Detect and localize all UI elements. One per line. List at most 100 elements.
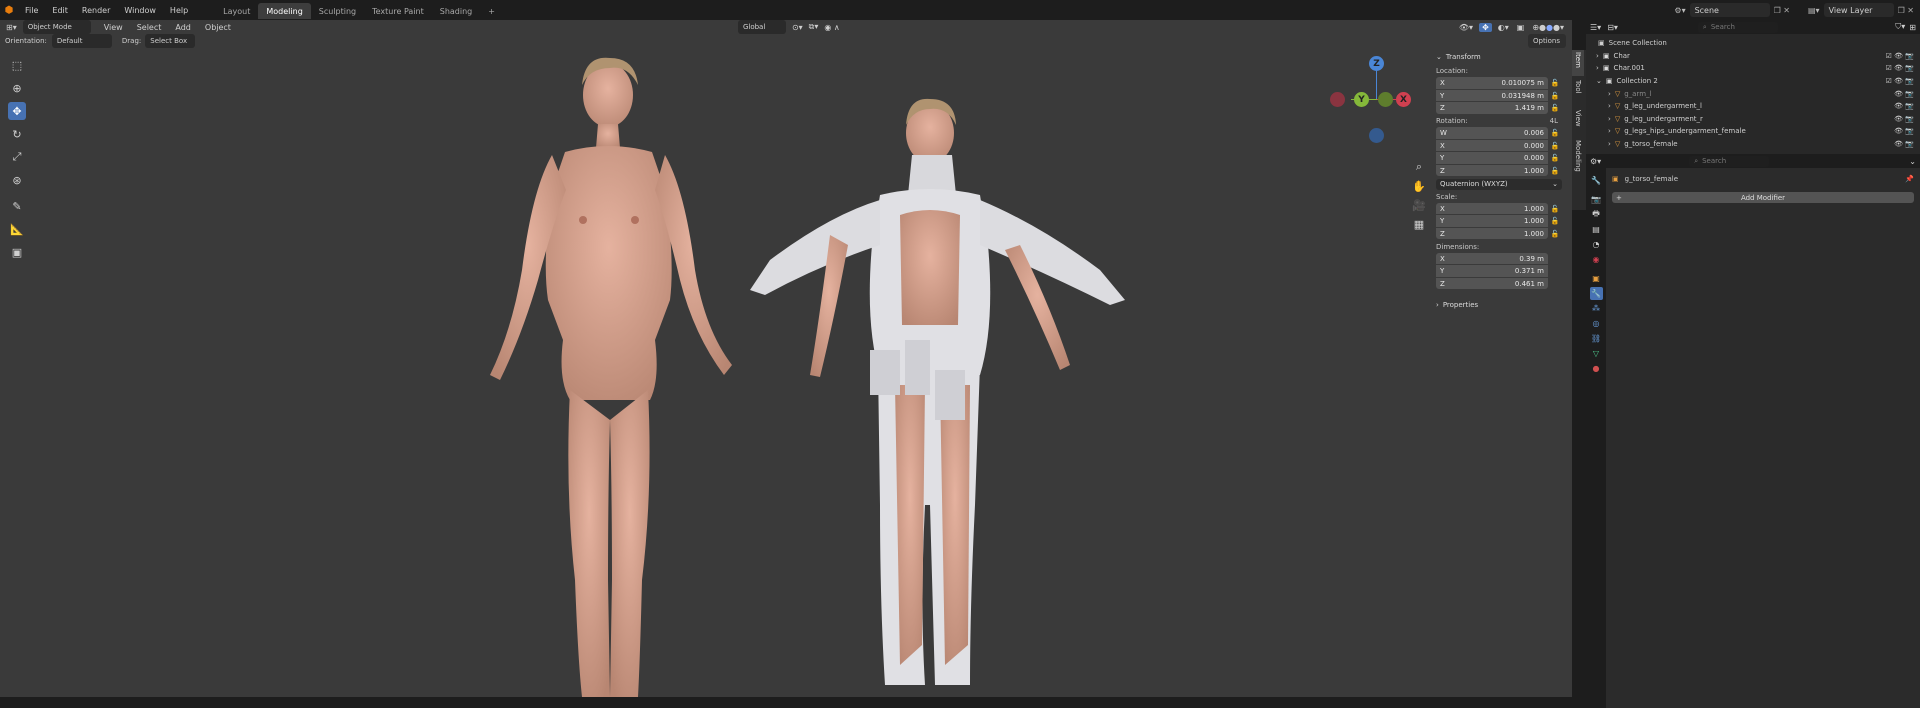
visibility-toggles-icon[interactable]: 👁 📷 — [1894, 127, 1914, 135]
visibility-toggles-icon[interactable]: ☑ 👁 📷 — [1886, 77, 1914, 85]
chevron-right-icon[interactable]: › — [1596, 52, 1599, 60]
new-collection-icon[interactable]: ⊞ — [1909, 23, 1916, 32]
outliner-item[interactable]: › ▣ Char.001 ☑ 👁 📷 — [1586, 62, 1920, 75]
camera-view-icon[interactable]: 🎥 — [1410, 196, 1428, 214]
modifier-tab-icon[interactable]: 🔧 — [1589, 287, 1603, 300]
blender-logo-icon[interactable]: ⬢ — [0, 5, 18, 16]
move-tool-icon[interactable]: ✥ — [8, 102, 26, 120]
chevron-down-icon[interactable]: ⌄ — [1909, 157, 1916, 166]
add-cube-tool-icon[interactable]: ▣ — [8, 243, 26, 261]
location-y-field[interactable]: Y 0.031948 m — [1436, 89, 1548, 102]
outliner-item[interactable]: › ▽ g_arm_l 👁 📷 — [1586, 87, 1920, 100]
pin-icon[interactable]: 📌 — [1905, 175, 1914, 183]
character-model-nude[interactable] — [470, 40, 770, 697]
scene-actions-icon[interactable]: ❐ ✕ — [1774, 6, 1790, 15]
orientation-select[interactable]: Default — [51, 34, 112, 48]
dimensions-z-field[interactable]: Z 0.461 m — [1436, 277, 1548, 290]
properties-search-input[interactable]: ⌕ Search — [1689, 155, 1770, 167]
scale-z-field[interactable]: Z 1.000 — [1436, 227, 1548, 240]
options-button[interactable]: Options — [1528, 34, 1566, 48]
outliner-scene-collection[interactable]: ▣ Scene Collection — [1586, 37, 1920, 50]
axis-y-icon[interactable]: Y — [1354, 92, 1369, 107]
transform-tool-icon[interactable]: ⊛ — [8, 171, 26, 189]
lock-icon[interactable]: 🔓 — [1548, 154, 1562, 162]
outliner-item[interactable]: › ▽ g_leg_undergarment_l 👁 📷 — [1586, 100, 1920, 113]
properties-header[interactable]: › Properties — [1436, 298, 1562, 312]
axis-neg-z-icon[interactable] — [1369, 128, 1384, 143]
material-tab-icon[interactable]: ● — [1590, 362, 1603, 375]
snap-icon[interactable]: ⧉▾ — [809, 22, 819, 32]
visibility-toggles-icon[interactable]: 👁 📷 — [1894, 140, 1914, 148]
view-layer-tab-icon[interactable]: ▤ — [1590, 223, 1603, 236]
view-layer-icon[interactable]: ▤▾ — [1808, 6, 1820, 15]
pan-hand-icon[interactable]: ✋ — [1410, 177, 1428, 195]
rotation-y-field[interactable]: Y 0.000 — [1436, 152, 1548, 164]
lock-icon[interactable]: 🔓 — [1548, 205, 1562, 213]
filter-icon[interactable]: ⛉▾ — [1895, 22, 1905, 32]
chevron-down-icon[interactable]: ⌄ — [1596, 77, 1602, 85]
tab-sculpting[interactable]: Sculpting — [311, 3, 364, 19]
chevron-right-icon[interactable]: › — [1608, 102, 1611, 110]
display-mode-icon[interactable]: ⊟▾ — [1607, 23, 1618, 32]
axis-neg-y-icon[interactable] — [1378, 92, 1393, 107]
lock-icon[interactable]: 🔓 — [1548, 104, 1562, 112]
physics-tab-icon[interactable]: ◎ — [1590, 317, 1603, 330]
data-tab-icon[interactable]: ▽ — [1590, 347, 1603, 360]
visibility-toggles-icon[interactable]: ☑ 👁 📷 — [1886, 52, 1914, 60]
pivot-icon[interactable]: ⊙▾ — [792, 23, 803, 32]
axis-neg-x-icon[interactable] — [1330, 92, 1345, 107]
outliner-editor-icon[interactable]: ☰▾ — [1590, 23, 1601, 32]
dimensions-x-field[interactable]: X 0.39 m — [1436, 252, 1548, 265]
outliner-item[interactable]: › ▣ Char ☑ 👁 📷 — [1586, 50, 1920, 63]
outliner-item[interactable]: › ▽ g_torso_female 👁 📷 — [1586, 138, 1920, 151]
overlay-icon[interactable]: ◐▾ — [1498, 23, 1509, 32]
view-layer-actions-icon[interactable]: ❐ ✕ — [1898, 6, 1914, 15]
lock-icon[interactable]: 🔓 — [1548, 230, 1562, 238]
location-z-field[interactable]: Z 1.419 m — [1436, 102, 1548, 114]
visibility-toggles-icon[interactable]: ☑ 👁 📷 — [1886, 64, 1914, 72]
visibility-toggles-icon[interactable]: 👁 📷 — [1894, 90, 1914, 98]
lock-icon[interactable]: 🔓 — [1548, 217, 1562, 225]
outliner-search-input[interactable]: ⌕ Search — [1697, 21, 1778, 33]
cursor-tool-icon[interactable]: ⊕ — [8, 79, 26, 97]
drag-select[interactable]: Select Box — [145, 34, 196, 48]
tab-item[interactable]: Item — [1572, 50, 1584, 76]
shading-solid-icon[interactable]: ● — [1539, 23, 1546, 32]
tool-tab-icon[interactable]: 🔧 — [1590, 174, 1603, 187]
location-x-field[interactable]: X 0.010075 m — [1436, 77, 1548, 89]
visibility-toggles-icon[interactable]: 👁 📷 — [1894, 115, 1914, 123]
rotate-tool-icon[interactable]: ↻ — [8, 125, 26, 143]
menu-edit[interactable]: Edit — [45, 0, 75, 20]
shading-wireframe-icon[interactable]: ⊕ — [1532, 23, 1539, 32]
measure-tool-icon[interactable]: 📐 — [8, 220, 26, 238]
tab-tool[interactable]: Tool — [1572, 76, 1584, 106]
mode-select[interactable]: Object Mode — [22, 20, 91, 34]
view-layer-field[interactable]: View Layer — [1823, 3, 1894, 17]
object-tab-icon[interactable]: ▣ — [1590, 272, 1603, 285]
add-modifier-button[interactable]: + Add Modifier — [1612, 192, 1914, 203]
constraints-tab-icon[interactable]: ⛓ — [1590, 332, 1603, 345]
world-tab-icon[interactable]: ◉ — [1590, 253, 1603, 266]
tab-modeling[interactable]: Modeling — [1572, 136, 1584, 180]
annotate-tool-icon[interactable]: ✎ — [8, 197, 26, 215]
editor-type-icon[interactable]: ⊞▾ — [0, 23, 23, 32]
outliner-item[interactable]: › ▽ g_legs_hips_undergarment_female 👁 📷 — [1586, 125, 1920, 138]
render-tab-icon[interactable]: 📷 — [1590, 193, 1603, 206]
add-workspace-button[interactable]: + — [480, 3, 503, 19]
particles-tab-icon[interactable]: ⁂ — [1590, 302, 1603, 315]
select-box-tool-icon[interactable]: ⬚ — [8, 56, 26, 74]
chevron-right-icon[interactable]: › — [1608, 127, 1611, 135]
rotation-mode-select[interactable]: Quaternion (WXYZ) ⌄ — [1436, 178, 1562, 190]
chevron-right-icon[interactable]: › — [1608, 115, 1611, 123]
tab-view[interactable]: View — [1572, 106, 1584, 136]
xray-icon[interactable]: ▣ — [1517, 23, 1525, 32]
lock-icon[interactable]: 🔓 — [1548, 92, 1562, 100]
tab-modeling[interactable]: Modeling — [258, 3, 311, 19]
3d-viewport[interactable]: ⊞▾ Object Mode View Select Add Object Gl… — [0, 20, 1572, 697]
lock-icon[interactable]: 🔓 — [1548, 142, 1562, 150]
zoom-icon[interactable]: ⌕ — [1410, 158, 1428, 176]
gizmo-toggle-icon[interactable]: ✥ — [1479, 22, 1492, 32]
lock-icon[interactable]: 🔓 — [1548, 167, 1562, 175]
lock-icon[interactable]: 🔓 — [1548, 129, 1562, 137]
scene-field[interactable]: Scene — [1689, 3, 1770, 17]
